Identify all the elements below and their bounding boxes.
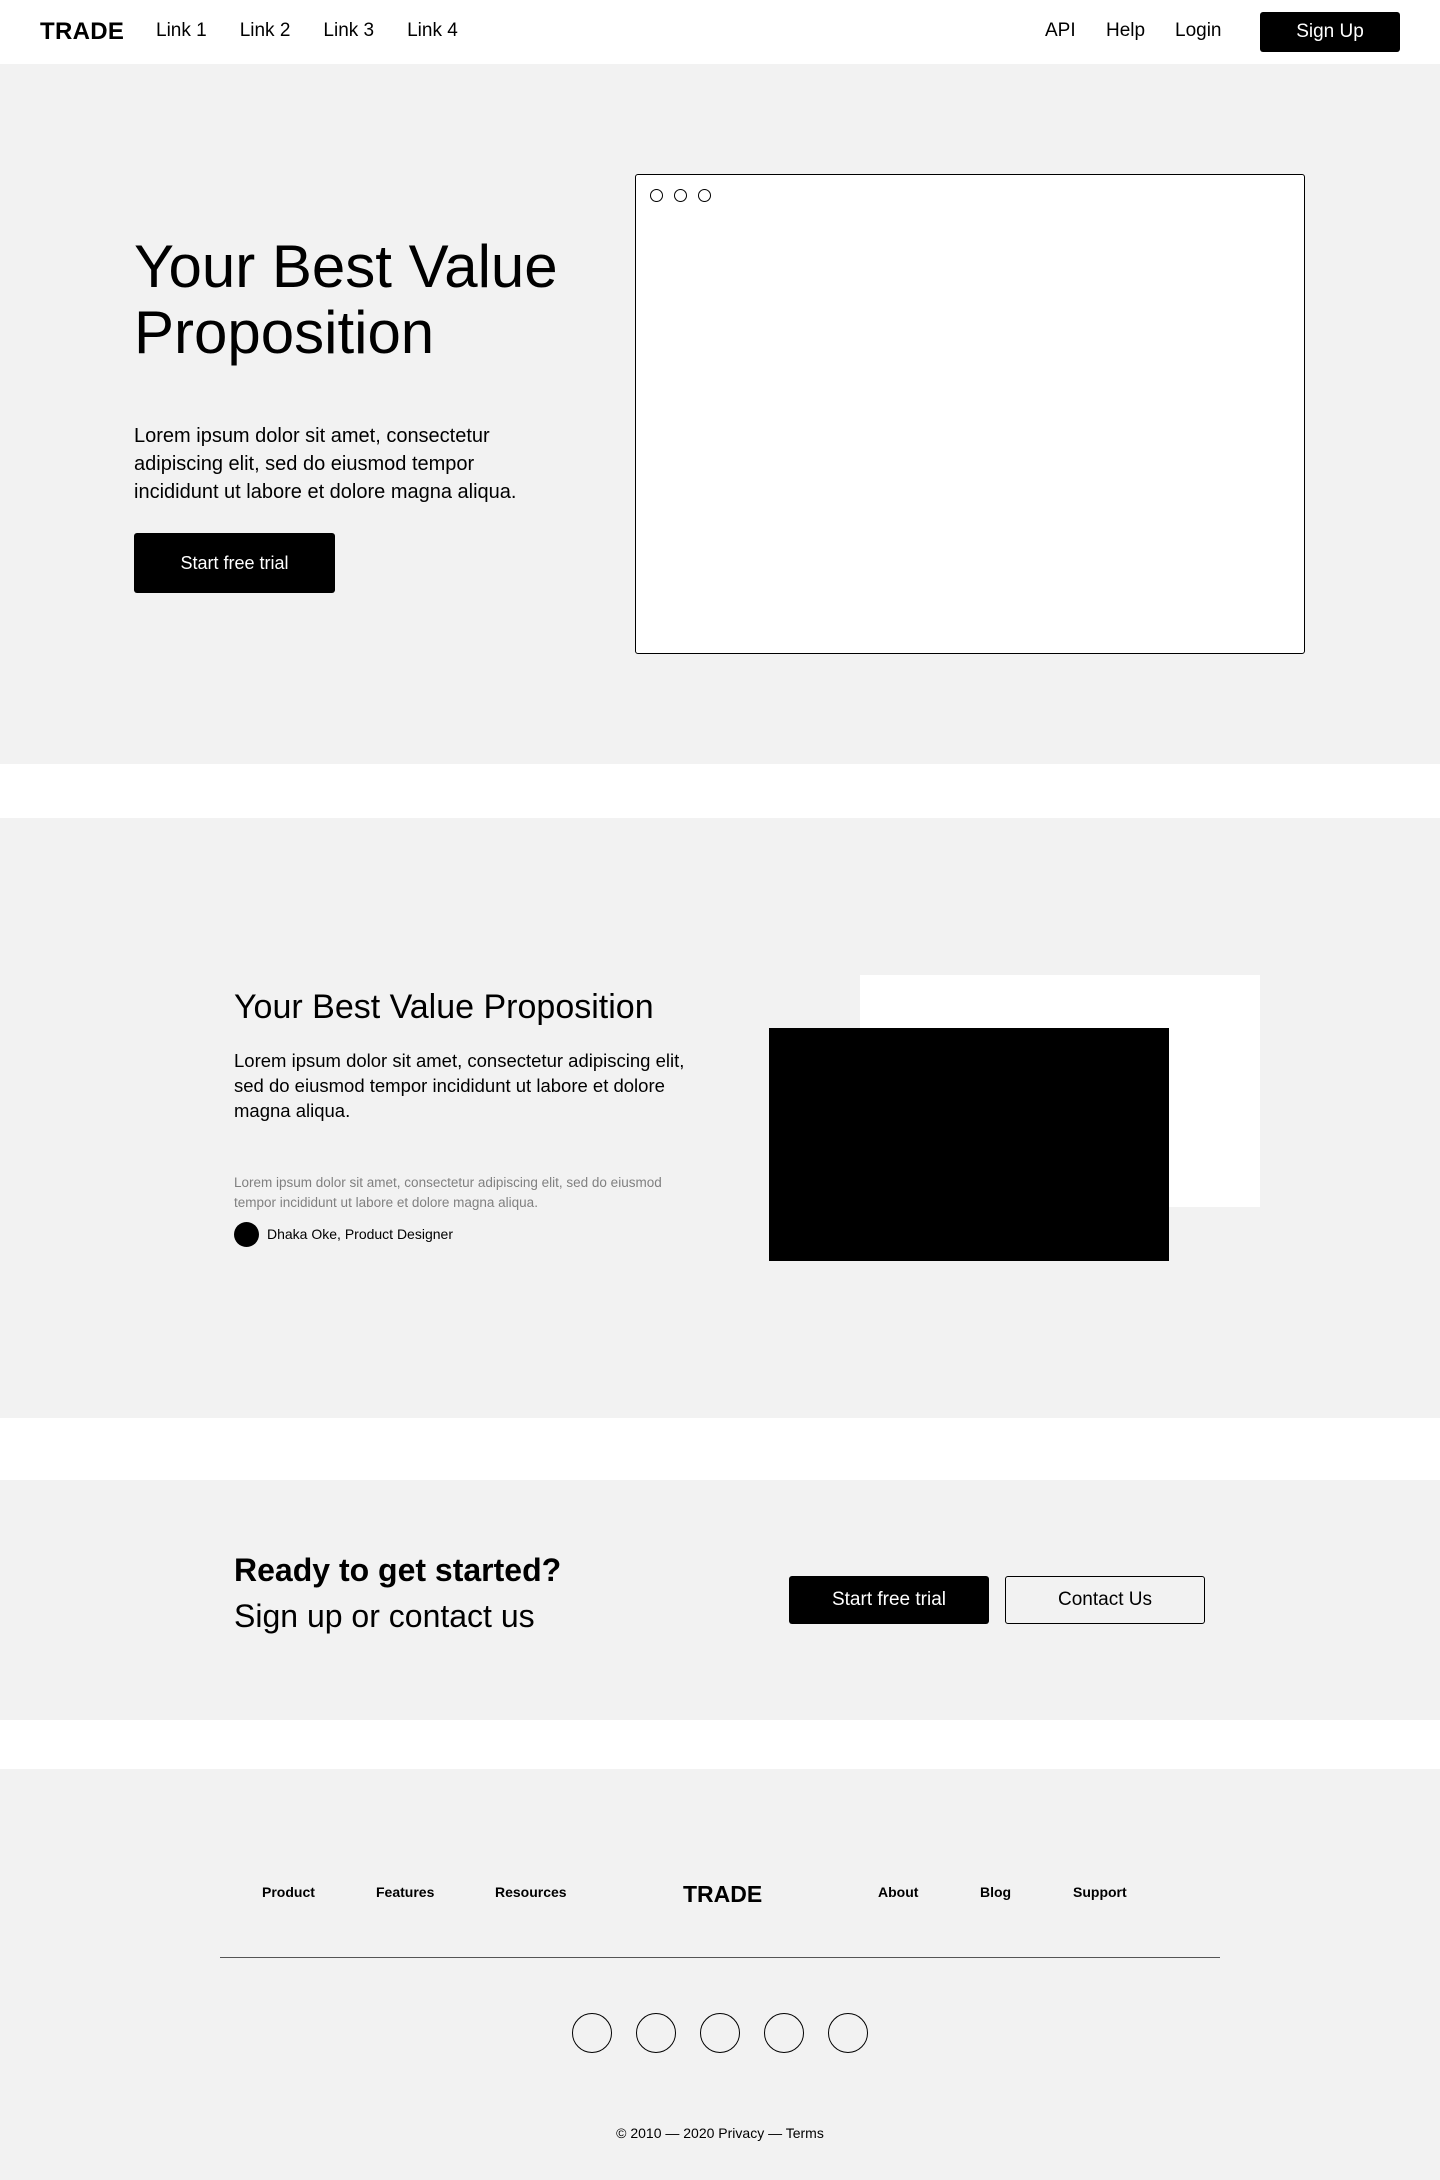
- feature-section: Your Best Value Proposition Lorem ipsum …: [0, 818, 1440, 1418]
- footer-divider: [220, 1957, 1220, 1958]
- nav-link-api[interactable]: API: [1045, 20, 1076, 42]
- nav-link-login[interactable]: Login: [1175, 20, 1222, 42]
- feature-title: Your Best Value Proposition: [234, 988, 654, 1026]
- sign-up-button[interactable]: Sign Up: [1260, 12, 1400, 52]
- social-icon[interactable]: [828, 2013, 868, 2053]
- hero-title: Your Best Value Proposition: [134, 233, 558, 366]
- footer-logo[interactable]: TRADE: [683, 1881, 762, 1908]
- browser-mockup: [635, 174, 1305, 654]
- start-free-trial-button[interactable]: Start free trial: [134, 533, 335, 593]
- footer-link-features[interactable]: Features: [376, 1884, 434, 1900]
- testimonial-author: Dhaka Oke, Product Designer: [267, 1226, 453, 1242]
- footer-link-blog[interactable]: Blog: [980, 1884, 1011, 1900]
- social-icon[interactable]: [700, 2013, 740, 2053]
- nav-link-4[interactable]: Link 4: [407, 20, 458, 42]
- social-icon[interactable]: [764, 2013, 804, 2053]
- primary-links: Link 1 Link 2 Link 3 Link 4: [156, 20, 458, 42]
- hero-section: Your Best Value Proposition Lorem ipsum …: [0, 64, 1440, 764]
- copyright-text: © 2010 — 2020 Privacy — Terms: [616, 2125, 824, 2141]
- window-dot-icon: [674, 189, 687, 202]
- avatar: [234, 1222, 259, 1247]
- footer: Product Features Resources TRADE About B…: [0, 1769, 1440, 2180]
- hero-description: Lorem ipsum dolor sit amet, consectetur …: [134, 425, 517, 503]
- window-dot-icon: [650, 189, 663, 202]
- nav-link-help[interactable]: Help: [1106, 20, 1145, 42]
- window-dot-icon: [698, 189, 711, 202]
- social-icon[interactable]: [572, 2013, 612, 2053]
- feature-description: Lorem ipsum dolor sit amet, consectetur …: [234, 1050, 685, 1121]
- social-icon[interactable]: [636, 2013, 676, 2053]
- footer-link-product[interactable]: Product: [262, 1884, 315, 1900]
- footer-link-about[interactable]: About: [878, 1884, 918, 1900]
- contact-us-button[interactable]: Contact Us: [1005, 1576, 1205, 1624]
- cta-subtitle: Sign up or contact us: [234, 1598, 535, 1634]
- cta-section: Ready to get started? Sign up or contact…: [0, 1480, 1440, 1720]
- nav-link-1[interactable]: Link 1: [156, 20, 207, 42]
- top-navigation: TRADE Link 1 Link 2 Link 3 Link 4 API He…: [0, 0, 1440, 64]
- brand-logo[interactable]: TRADE: [40, 18, 124, 46]
- footer-link-support[interactable]: Support: [1073, 1884, 1127, 1900]
- nav-link-2[interactable]: Link 2: [240, 20, 291, 42]
- cta-start-free-trial-button[interactable]: Start free trial: [789, 1576, 989, 1624]
- cta-title: Ready to get started?: [234, 1552, 562, 1588]
- image-placeholder-front: [769, 1028, 1169, 1261]
- footer-link-resources[interactable]: Resources: [495, 1884, 567, 1900]
- nav-link-3[interactable]: Link 3: [323, 20, 374, 42]
- testimonial-quote: Lorem ipsum dolor sit amet, consectetur …: [234, 1175, 662, 1210]
